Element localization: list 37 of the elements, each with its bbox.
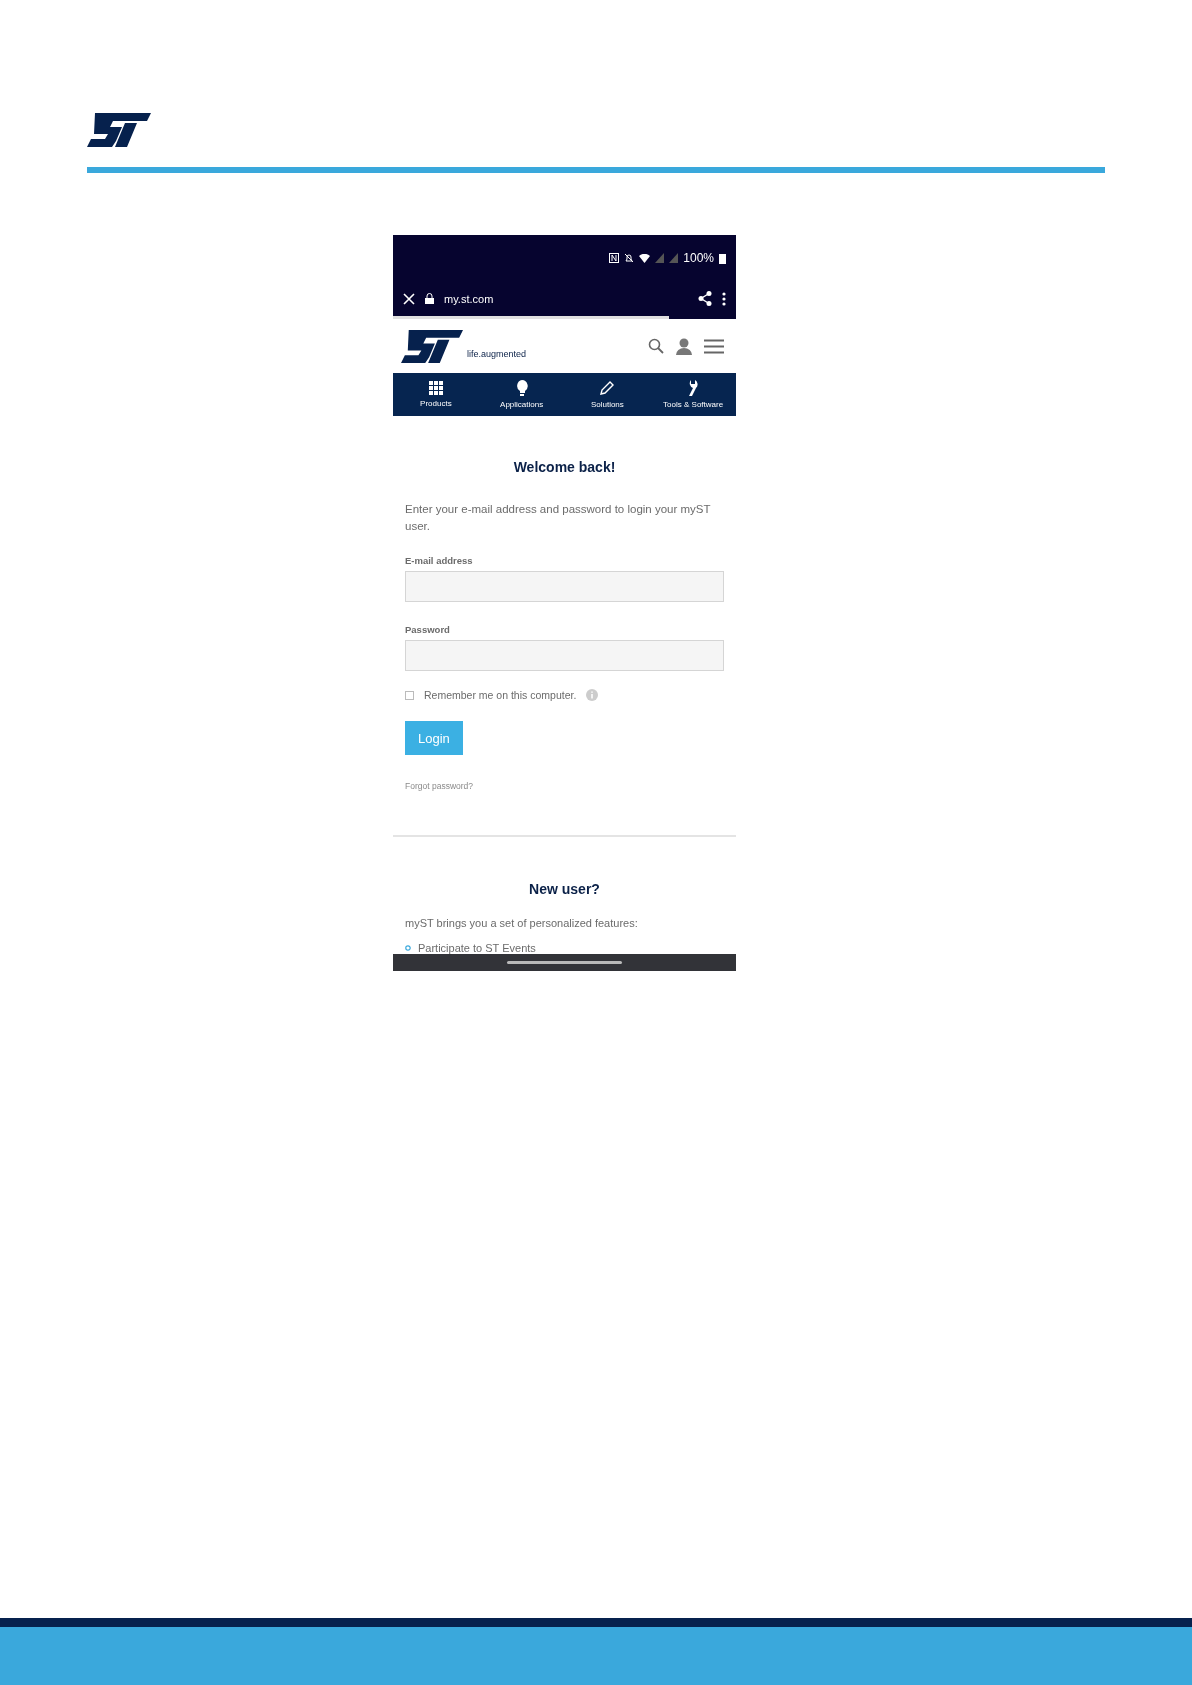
login-intro: Enter your e-mail address and password to login your myST user. <box>405 502 712 534</box>
nav-tab[interactable]: Products <box>393 373 479 416</box>
remember-label: Remember me on this computer. <box>424 689 577 701</box>
lock-icon <box>425 293 434 304</box>
share-icon[interactable] <box>698 291 712 306</box>
site-tagline: life.augmented <box>467 349 528 359</box>
wifi-icon <box>639 253 651 263</box>
battery-percent: 100% <box>683 251 714 265</box>
new-user-intro: myST brings you a set of personalized features: <box>405 917 639 929</box>
feature-item: Participate to ST Events <box>418 942 536 954</box>
field-label: E-mail address <box>405 555 474 566</box>
menu-icon[interactable] <box>704 338 724 354</box>
new-user-heading: New user? <box>528 881 601 897</box>
search-icon[interactable] <box>648 338 664 354</box>
bullet-icon <box>405 945 411 951</box>
nfc-icon <box>609 253 620 263</box>
site-logo <box>401 329 463 363</box>
close-icon[interactable] <box>403 292 415 305</box>
nav-tab[interactable]: Applications <box>478 373 565 416</box>
grid-icon <box>428 381 443 395</box>
forgot-password-link[interactable]: Forgot password? <box>405 781 724 791</box>
nav-tab[interactable]: Tools & Software <box>650 373 736 416</box>
lightbulb-icon <box>515 380 528 396</box>
user-icon[interactable] <box>676 337 692 355</box>
battery-icon <box>719 252 726 264</box>
checkbox[interactable] <box>405 690 414 700</box>
home-handle[interactable] <box>507 961 622 964</box>
welcome-heading: Welcome back! <box>512 459 617 475</box>
more-icon[interactable] <box>722 291 726 306</box>
field-label: Password <box>405 624 451 635</box>
company-logo <box>87 113 151 147</box>
wrench-icon <box>687 380 700 396</box>
input-field[interactable] <box>405 640 724 671</box>
input-field[interactable] <box>405 571 724 602</box>
muted-bell-icon <box>624 253 635 263</box>
pencil-icon <box>599 380 616 396</box>
nav-tab[interactable]: Solutions <box>564 373 651 416</box>
